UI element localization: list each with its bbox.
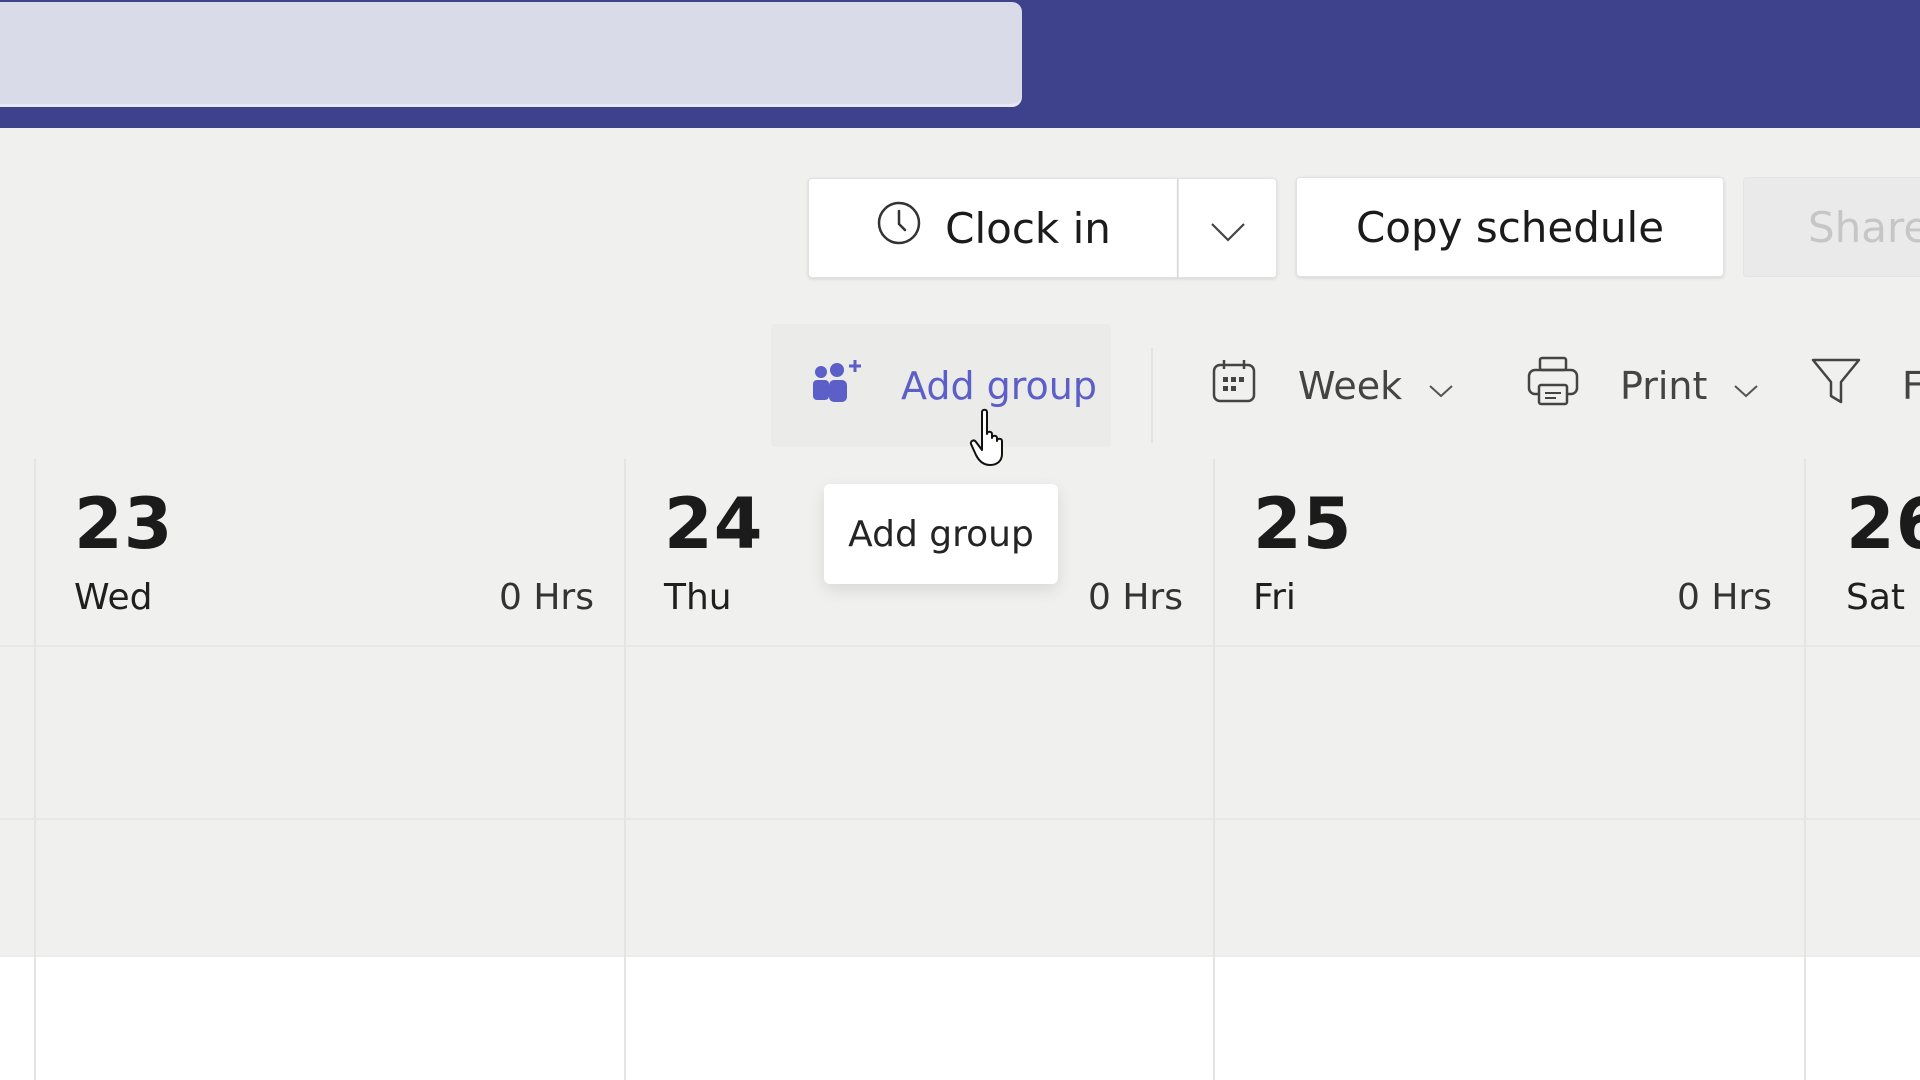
add-group-tooltip: Add group	[824, 484, 1058, 584]
day-header-fri[interactable]: 25 Fri 0 Hrs	[1215, 459, 1804, 645]
filter-icon	[1810, 356, 1862, 415]
schedule-row	[0, 645, 1920, 818]
clock-in-label: Clock in	[945, 203, 1111, 253]
print-label: Print	[1620, 363, 1708, 408]
filter-label: F	[1902, 363, 1920, 408]
add-group-icon	[811, 358, 863, 413]
day-name: Thu	[664, 577, 732, 618]
copy-schedule-label: Copy schedule	[1355, 202, 1665, 252]
share-button[interactable]: Share	[1743, 177, 1920, 277]
hand-cursor-icon	[968, 408, 1014, 472]
day-number: 25	[1253, 483, 1353, 565]
clock-in-dropdown-button[interactable]	[1178, 178, 1277, 278]
chevron-down-icon	[1428, 364, 1454, 408]
day-number: 23	[74, 483, 174, 565]
day-name: Wed	[74, 577, 153, 618]
print-dropdown[interactable]: Print	[1526, 324, 1759, 447]
app-header-bar	[0, 0, 1920, 128]
schedule-row	[0, 818, 1920, 955]
printer-icon	[1526, 355, 1580, 416]
day-hours: 0 Hrs	[1088, 577, 1183, 618]
add-group-button[interactable]: Add group	[771, 324, 1111, 447]
day-hours: 0 Hrs	[1677, 577, 1772, 618]
filter-button[interactable]: F	[1810, 324, 1920, 447]
day-name: Fri	[1253, 577, 1296, 618]
day-header-sat[interactable]: 26 Sat	[1806, 459, 1920, 645]
day-number: 24	[664, 483, 764, 565]
add-group-label: Add group	[901, 363, 1098, 408]
chevron-down-icon	[1733, 364, 1759, 408]
search-input[interactable]	[0, 2, 1022, 104]
day-header-wed[interactable]: 23 Wed 0 Hrs	[36, 459, 624, 645]
copy-schedule-button[interactable]: Copy schedule	[1296, 177, 1724, 277]
week-view-dropdown[interactable]: Week	[1210, 324, 1454, 447]
day-name: Sat	[1846, 577, 1906, 618]
day-hours: 0 Hrs	[499, 577, 594, 618]
chevron-down-icon	[1210, 204, 1246, 253]
toolbar-divider	[1151, 348, 1153, 443]
calendar-icon	[1210, 357, 1258, 414]
clock-in-button[interactable]: Clock in	[808, 178, 1178, 278]
clock-icon	[875, 199, 923, 257]
day-number: 26	[1846, 483, 1920, 565]
week-label: Week	[1298, 363, 1403, 408]
schedule-row-open-shifts	[0, 955, 1920, 1080]
share-label: Share	[1808, 202, 1920, 252]
